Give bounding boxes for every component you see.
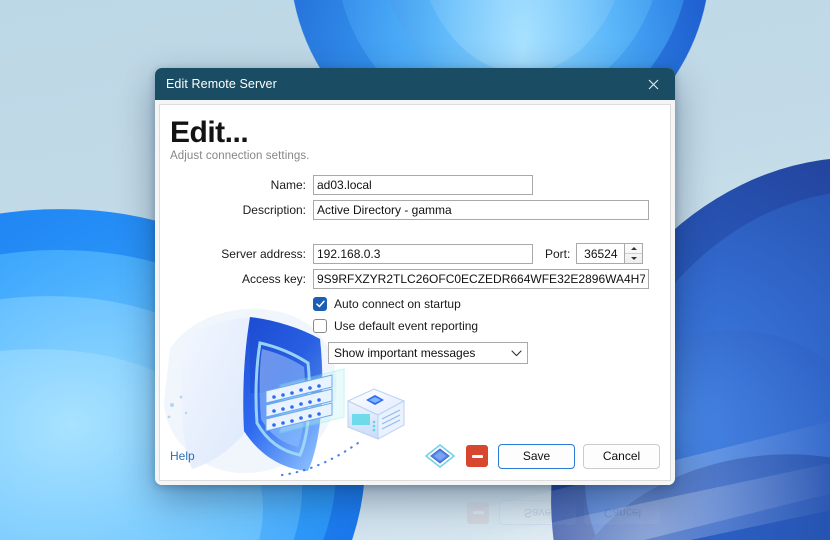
settings-form: Name: Description: Server address: Port: <box>160 175 670 364</box>
dialog-titlebar: Edit Remote Server <box>155 68 675 100</box>
form-spacer <box>160 225 658 243</box>
help-link[interactable]: Help <box>170 449 195 463</box>
name-row: Name: <box>160 175 658 195</box>
event-reporting-select-row: Show important messages <box>328 342 658 364</box>
edit-remote-server-dialog: Edit Remote Server Edit... Adjust connec… <box>155 68 675 485</box>
chevron-down-icon <box>511 349 522 357</box>
server-address-label: Server address: <box>221 246 306 261</box>
port-decrement-icon[interactable] <box>625 254 642 263</box>
default-event-reporting-row[interactable]: Use default event reporting <box>313 319 658 333</box>
remove-server-button[interactable] <box>466 445 488 467</box>
port-increment-icon[interactable] <box>625 244 643 254</box>
auto-connect-label: Auto connect on startup <box>334 297 461 311</box>
dialog-body: Edit... Adjust connection settings. Name… <box>155 100 675 485</box>
port-stepper <box>576 243 644 264</box>
access-key-row: Access key: <box>160 269 658 289</box>
save-button[interactable]: Save <box>498 443 575 469</box>
minus-icon <box>471 454 483 458</box>
page-subtitle: Adjust connection settings. <box>170 149 310 162</box>
port-label: Port: <box>545 246 571 261</box>
dialog-footer: Help Save Cancel <box>160 432 670 480</box>
auto-connect-checkbox[interactable] <box>313 297 327 311</box>
default-event-reporting-label: Use default event reporting <box>334 319 479 333</box>
name-label: Name: <box>270 178 306 192</box>
description-row: Description: <box>160 200 658 220</box>
close-icon[interactable] <box>631 68 675 100</box>
event-reporting-select-value: Show important messages <box>334 346 476 360</box>
name-input[interactable] <box>313 175 533 195</box>
diamond-icon <box>423 443 457 469</box>
description-label: Description: <box>242 203 306 217</box>
port-input[interactable] <box>576 243 625 264</box>
default-event-reporting-checkbox[interactable] <box>313 319 327 333</box>
server-address-input[interactable] <box>313 243 533 264</box>
cancel-button[interactable]: Cancel <box>583 443 660 469</box>
access-key-input[interactable] <box>313 269 649 289</box>
event-reporting-select[interactable]: Show important messages <box>328 342 528 364</box>
page-title-group: Edit... Adjust connection settings. <box>170 117 310 162</box>
auto-connect-row[interactable]: Auto connect on startup <box>313 297 658 311</box>
description-input[interactable] <box>313 200 649 220</box>
dialog-content-panel: Edit... Adjust connection settings. Name… <box>159 104 671 481</box>
dialog-title: Edit Remote Server <box>166 77 277 91</box>
access-key-label: Access key: <box>241 272 306 286</box>
server-address-row: Server address: Port: <box>160 243 658 264</box>
port-spinner-buttons <box>624 243 644 264</box>
page-title: Edit... <box>170 116 249 149</box>
